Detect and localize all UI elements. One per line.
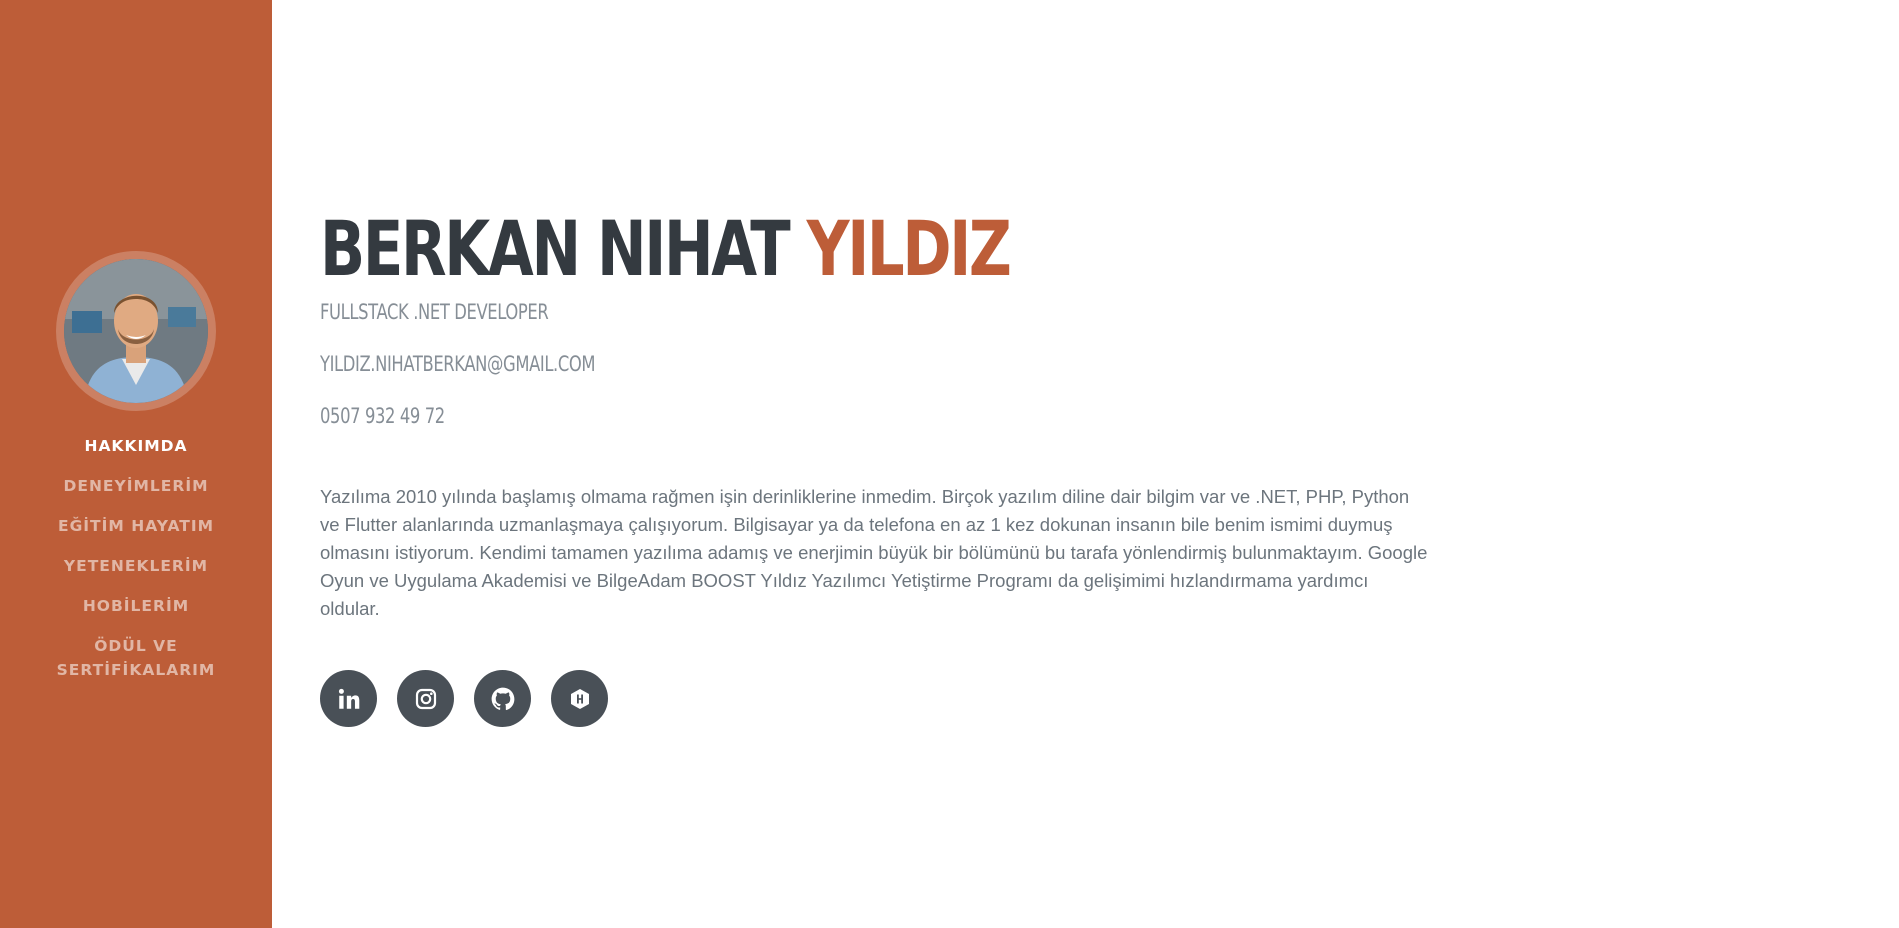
- profile-email[interactable]: YILDIZ.NIHATBERKAN@GMAIL.COM: [320, 350, 596, 378]
- avatar: [64, 259, 208, 403]
- instagram-icon: [415, 688, 436, 709]
- hackerrank-icon: [570, 688, 589, 709]
- hackerrank-link[interactable]: [551, 670, 608, 727]
- nav-item-egitim-hayatim[interactable]: EĞİTİM HAYATIM: [0, 514, 272, 538]
- github-icon: [491, 687, 514, 710]
- profile-title: FULLSTACK .NET DEVELOPER: [320, 300, 549, 324]
- nav-item-hobilerim[interactable]: HOBİLERİM: [0, 594, 272, 618]
- avatar-portrait: [64, 259, 208, 403]
- profile-last-name: YILDIZ: [806, 204, 1012, 293]
- nav-item-yeteneklerim[interactable]: YETENEKLERİM: [0, 554, 272, 578]
- sidebar-nav: HAKKIMDA DENEYİMLERİM EĞİTİM HAYATIM YET…: [0, 434, 272, 698]
- nav-item-hakkimda[interactable]: HAKKIMDA: [0, 434, 272, 458]
- about-text: Yazılıma 2010 yılında başlamış olmama ra…: [320, 486, 1428, 619]
- avatar-frame: [56, 251, 216, 411]
- linkedin-icon: [338, 688, 359, 709]
- social-links: [320, 670, 608, 727]
- github-link[interactable]: [474, 670, 531, 727]
- sidebar: HAKKIMDA DENEYİMLERİM EĞİTİM HAYATIM YET…: [0, 0, 272, 928]
- profile-first-names: BERKAN NIHAT: [320, 204, 791, 293]
- nav-item-deneyimlerim[interactable]: DENEYİMLERİM: [0, 474, 272, 498]
- instagram-link[interactable]: [397, 670, 454, 727]
- linkedin-link[interactable]: [320, 670, 377, 727]
- profile-name: BERKAN NIHAT YILDIZ: [320, 204, 1012, 294]
- profile-phone: 0507 932 49 72: [320, 404, 445, 428]
- nav-item-odul-ve-sertifikalarim[interactable]: ÖDÜL VE SERTİFİKALARIM: [0, 634, 272, 682]
